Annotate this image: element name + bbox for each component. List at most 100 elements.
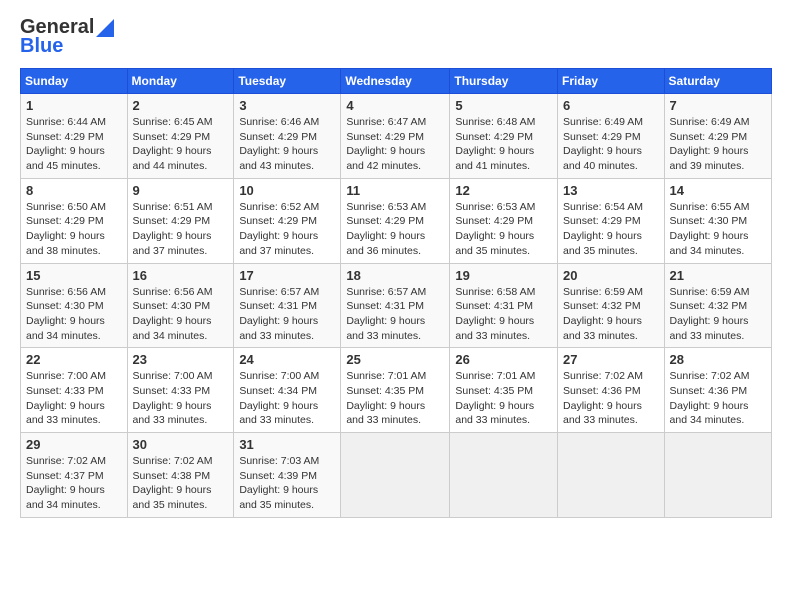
day-info: Sunrise: 6:54 AM Sunset: 4:29 PM Dayligh…	[563, 200, 659, 259]
weekday-monday: Monday	[127, 69, 234, 94]
day-info: Sunrise: 6:48 AM Sunset: 4:29 PM Dayligh…	[455, 115, 552, 174]
day-number: 7	[670, 98, 766, 113]
calendar-cell: 19 Sunrise: 6:58 AM Sunset: 4:31 PM Dayli…	[450, 263, 558, 348]
calendar-cell: 12 Sunrise: 6:53 AM Sunset: 4:29 PM Dayli…	[450, 178, 558, 263]
week-row-2: 8 Sunrise: 6:50 AM Sunset: 4:29 PM Daylig…	[21, 178, 772, 263]
day-info: Sunrise: 6:58 AM Sunset: 4:31 PM Dayligh…	[455, 285, 552, 344]
week-row-3: 15 Sunrise: 6:56 AM Sunset: 4:30 PM Dayli…	[21, 263, 772, 348]
calendar-cell: 25 Sunrise: 7:01 AM Sunset: 4:35 PM Dayli…	[341, 348, 450, 433]
day-number: 16	[133, 268, 229, 283]
calendar-cell: 26Sunrise: 7:01 AM Sunset: 4:35 PM Dayli…	[450, 348, 558, 433]
day-number: 29	[26, 437, 122, 452]
day-info: Sunrise: 7:03 AM Sunset: 4:39 PM Dayligh…	[239, 454, 335, 513]
weekday-thursday: Thursday	[450, 69, 558, 94]
calendar-cell	[558, 433, 665, 518]
day-info: Sunrise: 7:00 AM Sunset: 4:34 PM Dayligh…	[239, 369, 335, 428]
weekday-tuesday: Tuesday	[234, 69, 341, 94]
calendar-cell: 2Sunrise: 6:45 AM Sunset: 4:29 PM Daylig…	[127, 94, 234, 179]
calendar-cell: 27 Sunrise: 7:02 AM Sunset: 4:36 PM Dayli…	[558, 348, 665, 433]
weekday-wednesday: Wednesday	[341, 69, 450, 94]
weekday-friday: Friday	[558, 69, 665, 94]
calendar-cell: 21Sunrise: 6:59 AM Sunset: 4:32 PM Dayli…	[664, 263, 771, 348]
day-info: Sunrise: 7:00 AM Sunset: 4:33 PM Dayligh…	[26, 369, 122, 428]
calendar: SundayMondayTuesdayWednesdayThursdayFrid…	[20, 68, 772, 518]
day-info: Sunrise: 7:01 AM Sunset: 4:35 PM Dayligh…	[346, 369, 444, 428]
day-number: 31	[239, 437, 335, 452]
week-row-1: 1 Sunrise: 6:44 AM Sunset: 4:29 PM Daylig…	[21, 94, 772, 179]
calendar-cell: 5 Sunrise: 6:48 AM Sunset: 4:29 PM Daylig…	[450, 94, 558, 179]
calendar-cell	[450, 433, 558, 518]
calendar-cell: 10Sunrise: 6:52 AM Sunset: 4:29 PM Dayli…	[234, 178, 341, 263]
calendar-cell: 7Sunrise: 6:49 AM Sunset: 4:29 PM Daylig…	[664, 94, 771, 179]
day-number: 1	[26, 98, 122, 113]
day-number: 25	[346, 352, 444, 367]
logo-icon	[96, 19, 114, 37]
calendar-cell: 6 Sunrise: 6:49 AM Sunset: 4:29 PM Daylig…	[558, 94, 665, 179]
day-number: 9	[133, 183, 229, 198]
day-info: Sunrise: 6:57 AM Sunset: 4:31 PM Dayligh…	[239, 285, 335, 344]
day-info: Sunrise: 7:01 AM Sunset: 4:35 PM Dayligh…	[455, 369, 552, 428]
day-info: Sunrise: 7:02 AM Sunset: 4:38 PM Dayligh…	[133, 454, 229, 513]
day-number: 15	[26, 268, 122, 283]
day-number: 19	[455, 268, 552, 283]
day-number: 5	[455, 98, 552, 113]
logo-blue: Blue	[20, 35, 63, 58]
calendar-cell: 17Sunrise: 6:57 AM Sunset: 4:31 PM Dayli…	[234, 263, 341, 348]
day-info: Sunrise: 7:02 AM Sunset: 4:37 PM Dayligh…	[26, 454, 122, 513]
calendar-cell: 16 Sunrise: 6:56 AM Sunset: 4:30 PM Dayli…	[127, 263, 234, 348]
calendar-cell: 1 Sunrise: 6:44 AM Sunset: 4:29 PM Daylig…	[21, 94, 128, 179]
calendar-cell: 8 Sunrise: 6:50 AM Sunset: 4:29 PM Daylig…	[21, 178, 128, 263]
day-number: 22	[26, 352, 122, 367]
day-number: 10	[239, 183, 335, 198]
calendar-cell: 13 Sunrise: 6:54 AM Sunset: 4:29 PM Dayli…	[558, 178, 665, 263]
day-info: Sunrise: 7:00 AM Sunset: 4:33 PM Dayligh…	[133, 369, 229, 428]
calendar-body: 1 Sunrise: 6:44 AM Sunset: 4:29 PM Daylig…	[21, 94, 772, 518]
week-row-4: 22 Sunrise: 7:00 AM Sunset: 4:33 PM Dayli…	[21, 348, 772, 433]
calendar-cell	[664, 433, 771, 518]
day-number: 6	[563, 98, 659, 113]
calendar-cell: 18Sunrise: 6:57 AM Sunset: 4:31 PM Dayli…	[341, 263, 450, 348]
calendar-cell: 22 Sunrise: 7:00 AM Sunset: 4:33 PM Dayli…	[21, 348, 128, 433]
calendar-cell: 14Sunrise: 6:55 AM Sunset: 4:30 PM Dayli…	[664, 178, 771, 263]
day-info: Sunrise: 6:49 AM Sunset: 4:29 PM Dayligh…	[563, 115, 659, 174]
day-number: 13	[563, 183, 659, 198]
calendar-cell: 3Sunrise: 6:46 AM Sunset: 4:29 PM Daylig…	[234, 94, 341, 179]
calendar-cell: 20Sunrise: 6:59 AM Sunset: 4:32 PM Dayli…	[558, 263, 665, 348]
day-info: Sunrise: 6:51 AM Sunset: 4:29 PM Dayligh…	[133, 200, 229, 259]
day-info: Sunrise: 6:57 AM Sunset: 4:31 PM Dayligh…	[346, 285, 444, 344]
page: General Blue SundayMondayTuesdayWednesda…	[0, 0, 792, 528]
calendar-cell: 11Sunrise: 6:53 AM Sunset: 4:29 PM Dayli…	[341, 178, 450, 263]
day-number: 12	[455, 183, 552, 198]
day-info: Sunrise: 6:50 AM Sunset: 4:29 PM Dayligh…	[26, 200, 122, 259]
day-number: 23	[133, 352, 229, 367]
day-info: Sunrise: 6:56 AM Sunset: 4:30 PM Dayligh…	[133, 285, 229, 344]
day-info: Sunrise: 6:44 AM Sunset: 4:29 PM Dayligh…	[26, 115, 122, 174]
day-info: Sunrise: 6:47 AM Sunset: 4:29 PM Dayligh…	[346, 115, 444, 174]
calendar-cell: 23 Sunrise: 7:00 AM Sunset: 4:33 PM Dayli…	[127, 348, 234, 433]
header: General Blue	[20, 16, 772, 58]
day-number: 28	[670, 352, 766, 367]
day-info: Sunrise: 6:53 AM Sunset: 4:29 PM Dayligh…	[455, 200, 552, 259]
calendar-cell: 29 Sunrise: 7:02 AM Sunset: 4:37 PM Dayli…	[21, 433, 128, 518]
day-info: Sunrise: 7:02 AM Sunset: 4:36 PM Dayligh…	[563, 369, 659, 428]
day-number: 11	[346, 183, 444, 198]
calendar-cell: 4Sunrise: 6:47 AM Sunset: 4:29 PM Daylig…	[341, 94, 450, 179]
day-number: 3	[239, 98, 335, 113]
calendar-cell	[341, 433, 450, 518]
calendar-cell: 15 Sunrise: 6:56 AM Sunset: 4:30 PM Dayli…	[21, 263, 128, 348]
day-info: Sunrise: 6:59 AM Sunset: 4:32 PM Dayligh…	[563, 285, 659, 344]
weekday-saturday: Saturday	[664, 69, 771, 94]
day-number: 8	[26, 183, 122, 198]
day-number: 2	[133, 98, 229, 113]
logo: General Blue	[20, 16, 114, 58]
day-info: Sunrise: 6:59 AM Sunset: 4:32 PM Dayligh…	[670, 285, 766, 344]
weekday-sunday: Sunday	[21, 69, 128, 94]
day-info: Sunrise: 6:56 AM Sunset: 4:30 PM Dayligh…	[26, 285, 122, 344]
weekday-header-row: SundayMondayTuesdayWednesdayThursdayFrid…	[21, 69, 772, 94]
day-number: 27	[563, 352, 659, 367]
calendar-cell: 24Sunrise: 7:00 AM Sunset: 4:34 PM Dayli…	[234, 348, 341, 433]
calendar-cell: 31 Sunrise: 7:03 AM Sunset: 4:39 PM Dayli…	[234, 433, 341, 518]
calendar-cell: 28 Sunrise: 7:02 AM Sunset: 4:36 PM Dayli…	[664, 348, 771, 433]
day-info: Sunrise: 7:02 AM Sunset: 4:36 PM Dayligh…	[670, 369, 766, 428]
calendar-cell: 9 Sunrise: 6:51 AM Sunset: 4:29 PM Daylig…	[127, 178, 234, 263]
